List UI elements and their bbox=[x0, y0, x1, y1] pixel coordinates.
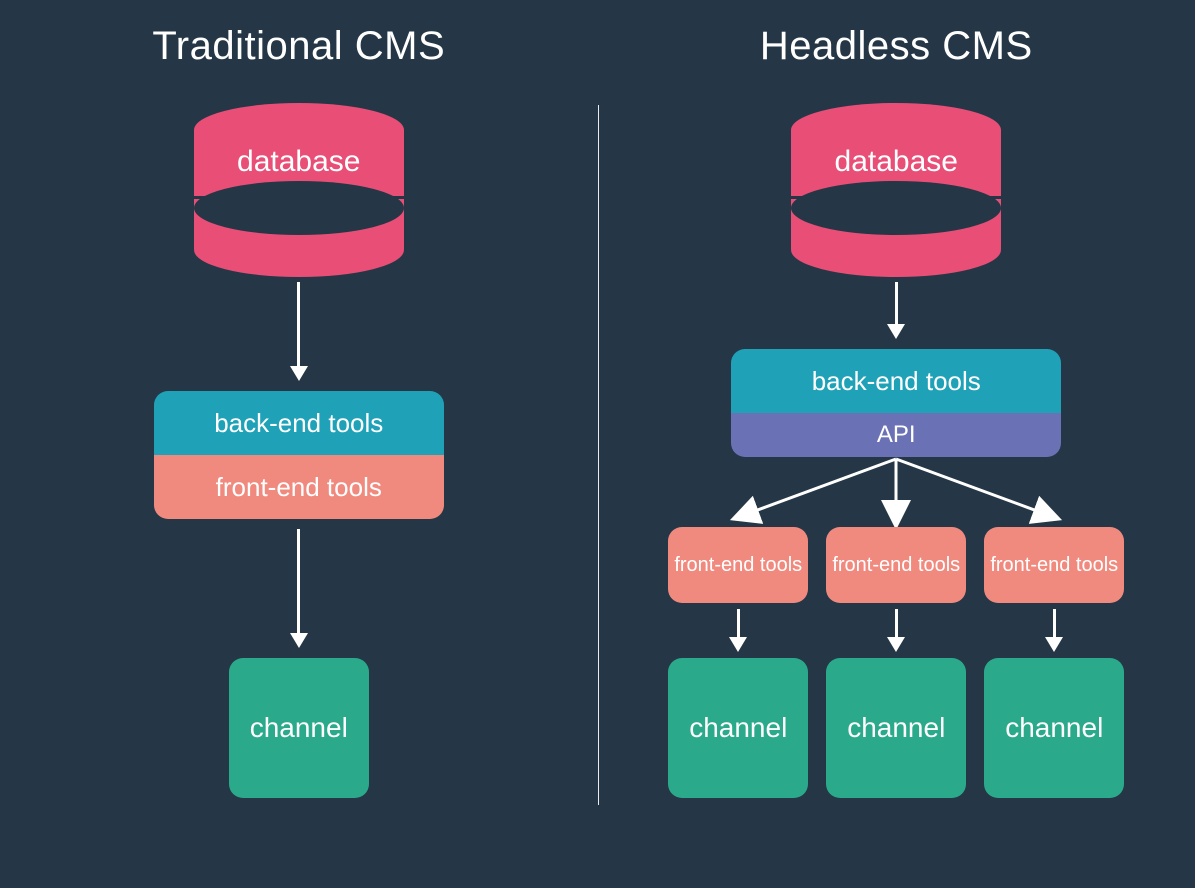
channel-box-3: channel bbox=[984, 658, 1124, 798]
frontend-box-3: front-end tools bbox=[984, 527, 1124, 603]
split-arrows-icon bbox=[666, 457, 1126, 527]
arrow-down-icon bbox=[290, 282, 308, 381]
traditional-cms-panel: Traditional CMS database back-end tools … bbox=[0, 0, 598, 888]
arrow-down-icon bbox=[1045, 609, 1063, 652]
frontend-box-1: front-end tools bbox=[668, 527, 808, 603]
database-label-right: database bbox=[791, 145, 1001, 179]
channel-box-1: channel bbox=[668, 658, 808, 798]
arrow-down-icon bbox=[729, 609, 747, 652]
backend-box-right: back-end tools bbox=[731, 349, 1061, 413]
headless-title: Headless CMS bbox=[760, 24, 1033, 69]
api-box: API bbox=[731, 413, 1061, 457]
database-cylinder-right: database bbox=[791, 103, 1001, 248]
tools-stack-right: back-end tools API bbox=[731, 349, 1061, 457]
arrow-down-icon bbox=[887, 282, 905, 339]
tools-stack-left: back-end tools front-end tools bbox=[154, 391, 444, 519]
arrow-down-icon bbox=[887, 609, 905, 652]
traditional-title: Traditional CMS bbox=[152, 24, 445, 69]
database-cylinder-left: database bbox=[194, 103, 404, 248]
arrow-down-icon bbox=[290, 529, 308, 648]
diagram-container: Traditional CMS database back-end tools … bbox=[0, 0, 1195, 888]
channel-box-left: channel bbox=[229, 658, 369, 798]
vertical-divider bbox=[598, 105, 599, 805]
backend-box-left: back-end tools bbox=[154, 391, 444, 455]
database-label-left: database bbox=[194, 145, 404, 179]
channel-box-2: channel bbox=[826, 658, 966, 798]
headless-cms-panel: Headless CMS database back-end tools API bbox=[598, 0, 1195, 888]
frontend-row: front-end tools channel front-end tools … bbox=[668, 527, 1124, 798]
frontend-box-left: front-end tools bbox=[154, 455, 444, 519]
frontend-box-2: front-end tools bbox=[826, 527, 966, 603]
